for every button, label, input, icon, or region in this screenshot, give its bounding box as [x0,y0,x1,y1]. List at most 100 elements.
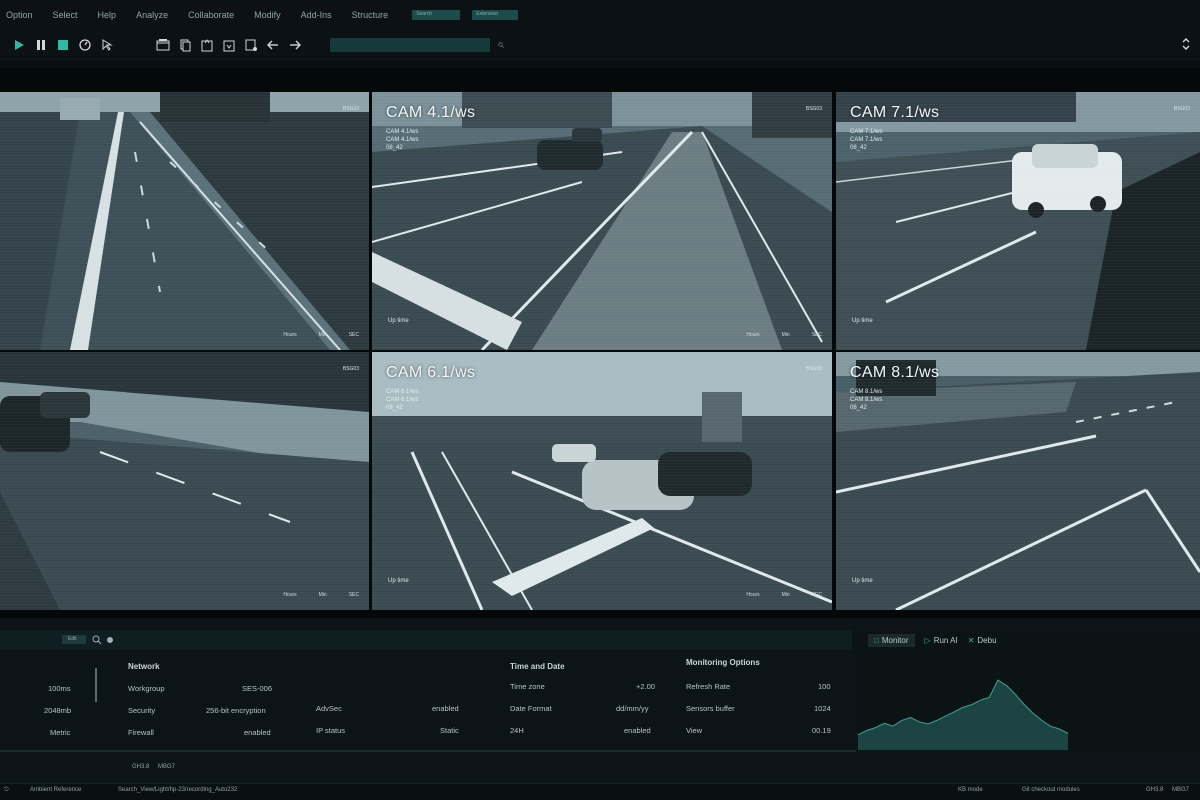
status-path[interactable]: Search_View/Light/hp-23/recording_Auto23… [118,787,237,793]
network-value: enabled [244,728,271,737]
monitoring-value[interactable]: 100 [818,682,831,691]
stop-icon[interactable] [54,36,72,54]
stat-hours: Hours [283,592,297,598]
menu-collaborate[interactable]: Collaborate [188,10,234,20]
export-icon[interactable] [198,36,216,54]
menu-add-ins[interactable]: Add-Ins [301,10,332,20]
stat-min: Min [318,592,327,598]
play-icon[interactable] [10,36,28,54]
menu-modify[interactable]: Modify [254,10,281,20]
camera-uptime: Up time [388,318,409,324]
menu-search-button[interactable]: Search [412,10,461,20]
menu-bar: Option Select Help Analyze Collaborate M… [0,0,1200,30]
network-value: 256-bit encryption [206,706,266,715]
monitoring-label: Refresh Rate [686,682,731,691]
menu-extension-button[interactable]: Extension [472,10,519,20]
network-value: SES-006 [242,684,273,693]
menu-analyze[interactable]: Analyze [136,10,168,20]
divider [95,668,97,702]
cursor-icon[interactable] [98,36,116,54]
camera-meta: CAM 6.1/ws CAM 6.1/ws 08_42 [386,388,418,412]
timer-icon[interactable] [76,36,94,54]
camera-meta-line: CAM 6.1/ws [386,389,419,395]
camera-stats: Hours Min SEC [746,332,822,338]
misc-label: AdvSec [316,704,342,713]
camera-meta-line: CAM 7.1/ws [850,129,883,135]
camera-feed-4[interactable]: BSG03 Hours Min SEC [0,352,369,610]
camera-stats: Hours Min SEC [746,592,822,598]
arrow-left-icon[interactable] [264,36,282,54]
camera-uptime: Up time [388,578,409,584]
menu-select[interactable]: Select [53,10,78,20]
camera-corner-tag: BSG03 [342,106,359,112]
stat-sec: SEC [811,332,822,338]
stat-min: Min [781,592,790,598]
graph-area [858,680,1068,750]
pause-icon[interactable] [32,36,50,54]
panel-tab-chip[interactable]: Edit [62,635,86,644]
search-icon[interactable] [92,635,102,645]
camera-corner-tag: BSG03 [805,366,822,372]
save-icon[interactable] [242,36,260,54]
camera-meta-line: CAM 4.1/ws [386,137,419,143]
camera-meta-line: CAM 8.1/ws [850,389,883,395]
menu-help[interactable]: Help [98,10,117,20]
camera-meta-line: CAM 7.1/ws [850,137,883,143]
misc-value[interactable]: Static [440,726,459,735]
camera-meta-line: CAM 6.1/ws [386,397,419,403]
stat-min: Min [318,332,327,338]
tab-debug[interactable]: ✕ Debu [968,636,997,645]
camera-title: CAM 8.1/ws [850,364,940,381]
monitoring-value[interactable]: 00.19 [812,726,831,735]
status-reference[interactable]: Ambient Reference [30,787,81,793]
search-icon[interactable] [498,41,504,48]
camera-stats: Hours Min SEC [283,592,359,598]
tab-run-ai[interactable]: ▷ Run AI [925,636,958,645]
camera-title: CAM 4.1/ws [386,104,476,121]
left-value: Metric [50,728,71,737]
settings-icon[interactable] [105,635,115,645]
camera-title: CAM 7.1/ws [850,104,940,121]
stat-sec: SEC [811,592,822,598]
network-label: Security [128,706,156,715]
camera-feed-1[interactable]: BSG03 Hours Min SEC [0,92,369,350]
stat-min: Min [781,332,790,338]
layers-icon[interactable] [176,36,194,54]
camera-feed-2[interactable]: CAM 4.1/ws CAM 4.1/ws CAM 4.1/ws 08_42 B… [372,92,832,350]
camera-meta-line: CAM 8.1/ws [850,397,883,403]
toolbar [0,30,1200,60]
tree-icon[interactable]: ⎋ [4,787,9,794]
arrow-right-icon[interactable] [286,36,304,54]
status-checkout[interactable]: Git checkout modules [1022,787,1080,793]
camera-meta: CAM 7.1/ws CAM 7.1/ws 08_42 [850,128,882,152]
misc-value[interactable]: enabled [432,704,459,713]
camera-feed-6[interactable]: CAM 8.1/ws CAM 8.1/ws CAM 8.1/ws 08_42 U… [836,352,1200,610]
collapse-icon[interactable] [1180,38,1192,50]
close-icon: ✕ [967,635,975,645]
status-kb-mode[interactable]: KB mode [958,787,983,793]
camera-feed-3[interactable]: CAM 7.1/ws CAM 7.1/ws CAM 7.1/ws 08_42 B… [836,92,1200,350]
network-heading: Network [128,662,160,671]
camera-stats: Hours Min SEC [283,332,359,338]
time-date-value[interactable]: enabled [624,726,651,735]
camera-uptime: Up time [852,578,873,584]
tab-monitor[interactable]: □ Monitor [868,633,915,647]
menu-option[interactable]: Option [6,10,33,20]
tab-label: Debu [977,635,997,645]
toolbar-input[interactable] [330,37,490,52]
camera-feed-5[interactable]: CAM 6.1/ws CAM 6.1/ws CAM 6.1/ws 08_42 B… [372,352,832,610]
square-icon: □ [874,635,879,645]
time-date-value[interactable]: dd/mm/yy [616,704,649,713]
network-label: Workgroup [128,684,165,693]
menu-structure[interactable]: Structure [352,10,389,20]
window-icon[interactable] [154,36,172,54]
monitoring-label: Sensors buffer [686,704,735,713]
import-icon[interactable] [220,36,238,54]
camera-uptime: Up time [852,318,873,324]
left-value: 100ms [48,684,71,693]
monitoring-value[interactable]: 1024 [814,704,831,713]
camera-meta-line: 08_42 [386,145,403,151]
camera-corner-tag: BSG03 [342,366,359,372]
time-date-value[interactable]: +2.00 [636,682,655,691]
camera-meta-line: 08_42 [850,145,867,151]
